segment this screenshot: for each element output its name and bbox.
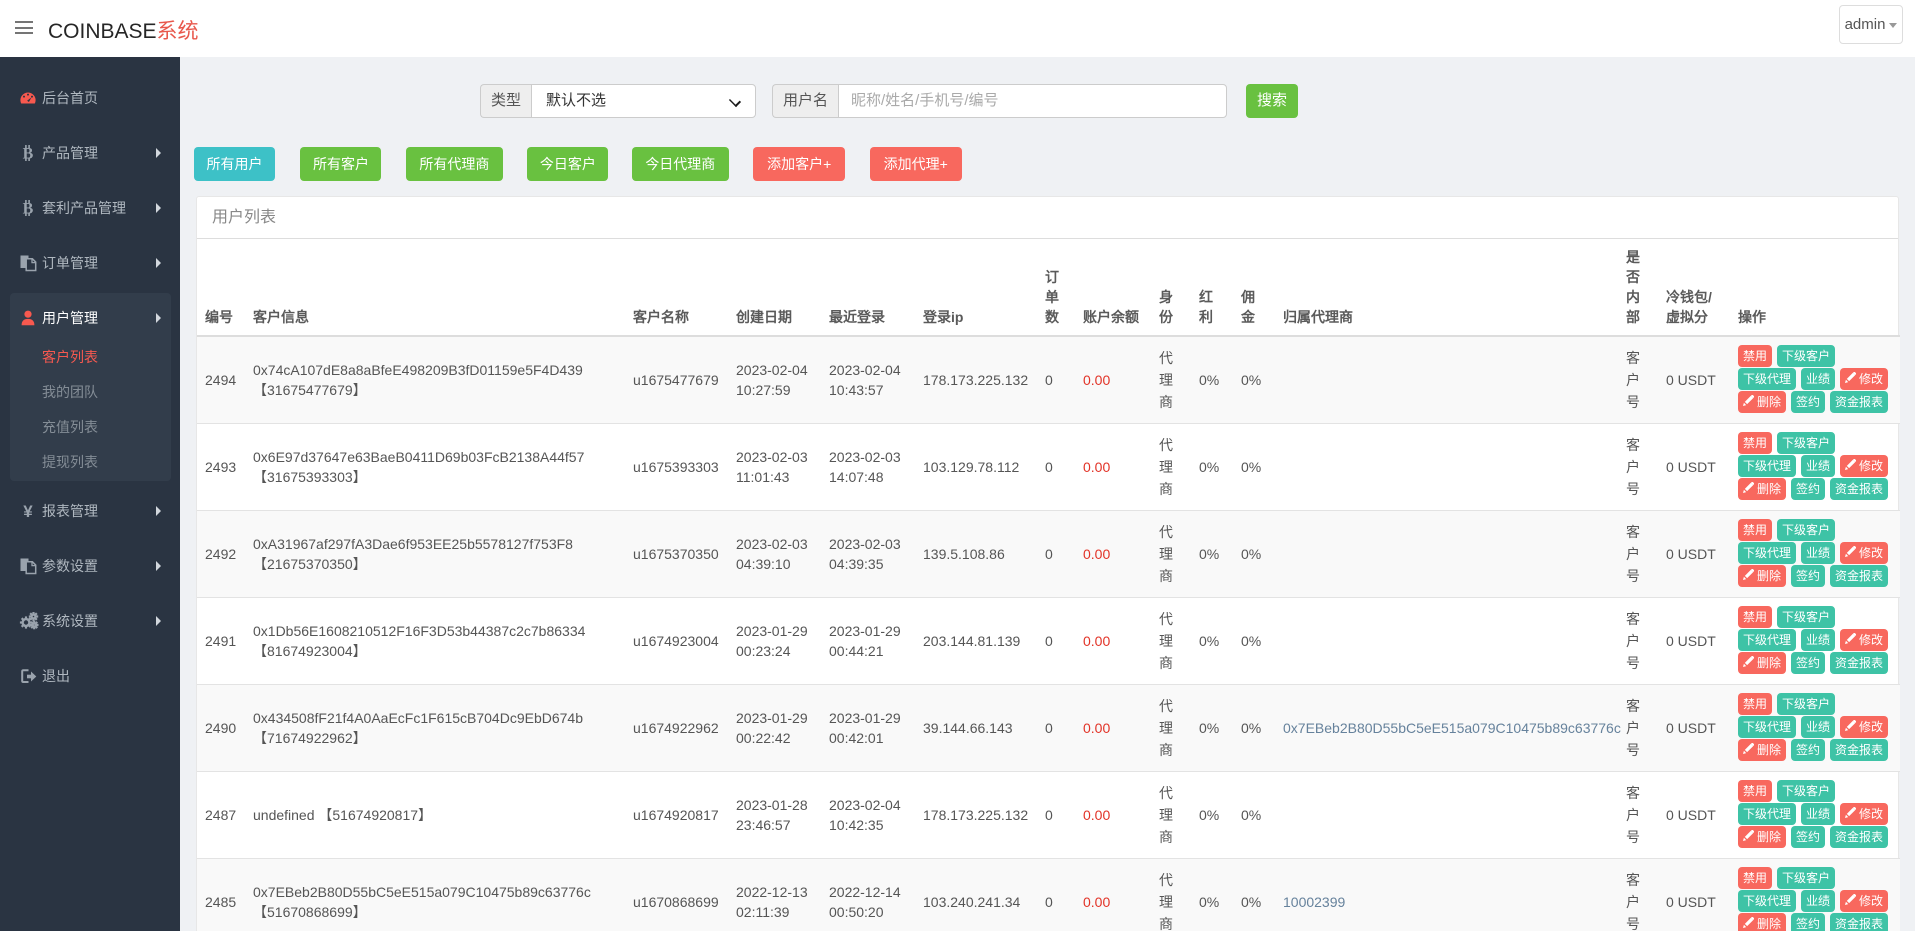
- svg-text:B: B: [23, 200, 34, 217]
- svg-text:B: B: [23, 145, 34, 162]
